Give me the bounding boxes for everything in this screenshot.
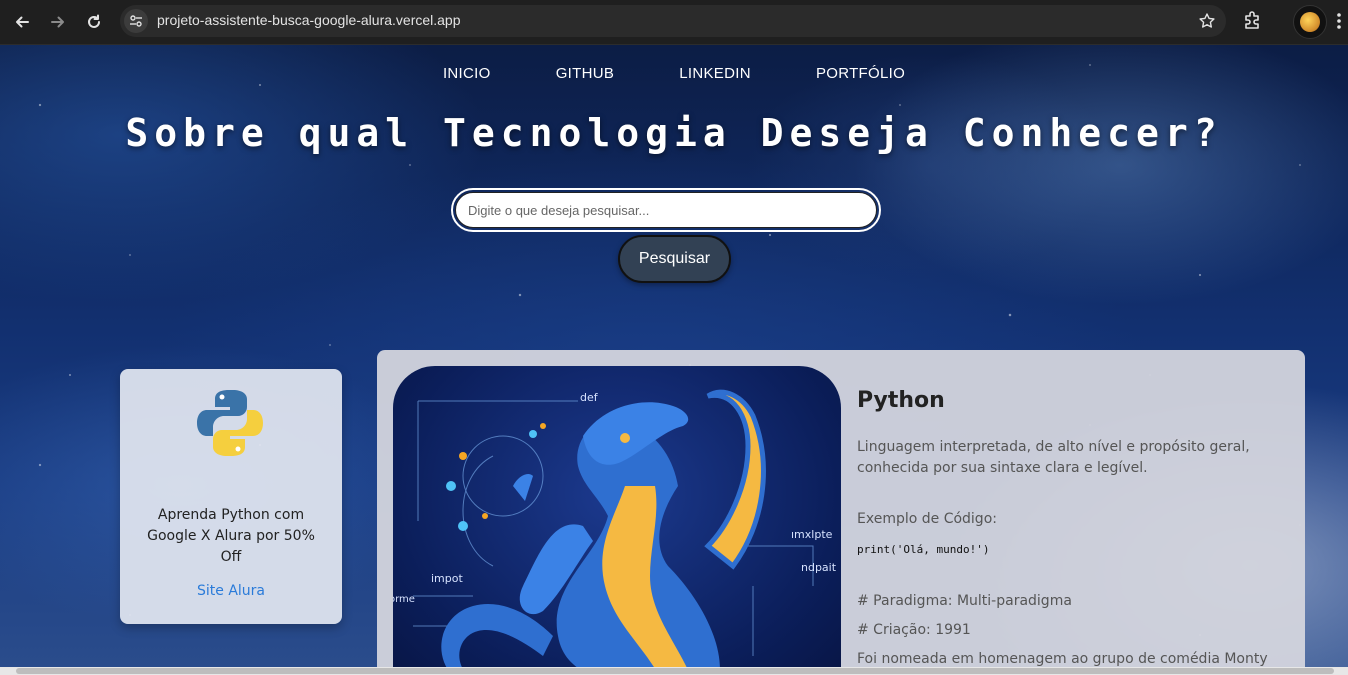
forward-button[interactable] bbox=[44, 8, 72, 36]
illustration-label-def: def bbox=[580, 391, 599, 404]
avatar-image bbox=[1300, 12, 1320, 32]
back-button[interactable] bbox=[8, 8, 36, 36]
search-field-wrapper bbox=[451, 188, 881, 232]
top-navigation: INICIO GITHUB LINKEDIN PORTFÓLIO bbox=[0, 63, 1348, 82]
nav-link-inicio[interactable]: INICIO bbox=[443, 65, 491, 82]
star-icon[interactable] bbox=[1198, 12, 1216, 30]
kebab-icon[interactable] bbox=[1336, 12, 1342, 30]
reload-button[interactable] bbox=[80, 8, 108, 36]
nav-link-linkedin[interactable]: LINKEDIN bbox=[679, 65, 751, 82]
result-creation: # Criação: 1991 bbox=[857, 622, 971, 638]
python-logo-icon bbox=[197, 390, 263, 456]
illustration-label-ndpait: ndpait bbox=[801, 561, 837, 574]
python-illustration: def impot ımxlpte ndpait orme bbox=[393, 366, 841, 675]
illustration-label-imxlpte: ımxlpte bbox=[791, 528, 833, 541]
arrow-right-icon bbox=[51, 16, 64, 28]
browser-toolbar: projeto-assistente-busca-google-alura.ve… bbox=[0, 0, 1348, 45]
scrollbar-thumb[interactable] bbox=[16, 668, 1334, 674]
horizontal-scrollbar[interactable] bbox=[0, 667, 1348, 675]
puzzle-icon[interactable] bbox=[1242, 9, 1264, 31]
code-example: print('Olá, mundo!') bbox=[857, 543, 990, 556]
promo-card: Aprenda Python com Google X Alura por 50… bbox=[120, 369, 342, 624]
page-title: Sobre qual Tecnologia Deseja Conhecer? bbox=[125, 111, 1223, 155]
illustration-label-orme: orme bbox=[393, 594, 415, 605]
url-text[interactable]: projeto-assistente-busca-google-alura.ve… bbox=[157, 12, 461, 28]
nav-link-portfolio[interactable]: PORTFÓLIO bbox=[816, 65, 905, 82]
python-creature-illustration: def impot ımxlpte ndpait orme bbox=[393, 389, 837, 675]
illustration-label-impot: impot bbox=[431, 572, 463, 585]
nav-link-github[interactable]: GITHUB bbox=[556, 65, 614, 82]
profile-avatar[interactable] bbox=[1293, 5, 1327, 39]
tune-icon bbox=[130, 15, 142, 27]
result-description: Linguagem interpretada, de alto nível e … bbox=[857, 439, 1250, 476]
address-bar[interactable]: projeto-assistente-busca-google-alura.ve… bbox=[120, 5, 1226, 37]
code-example-label: Exemplo de Código: bbox=[857, 511, 997, 527]
promo-text: Aprenda Python com Google X Alura por 50… bbox=[147, 507, 315, 565]
search-button[interactable]: Pesquisar bbox=[618, 235, 731, 283]
page-content: INICIO GITHUB LINKEDIN PORTFÓLIO Sobre q… bbox=[0, 45, 1348, 675]
result-card: def impot ımxlpte ndpait orme Python Lin… bbox=[377, 350, 1305, 675]
reload-icon bbox=[88, 14, 100, 28]
search-input[interactable] bbox=[455, 192, 877, 228]
site-info-button[interactable] bbox=[124, 9, 148, 33]
result-paradigm: # Paradigma: Multi-paradigma bbox=[857, 593, 1072, 609]
site-alura-link[interactable]: Site Alura bbox=[120, 583, 342, 599]
result-trivia: Foi nomeada em homenagem ao grupo de com… bbox=[857, 651, 1268, 667]
result-title: Python bbox=[857, 388, 945, 413]
arrow-left-icon bbox=[16, 16, 29, 28]
